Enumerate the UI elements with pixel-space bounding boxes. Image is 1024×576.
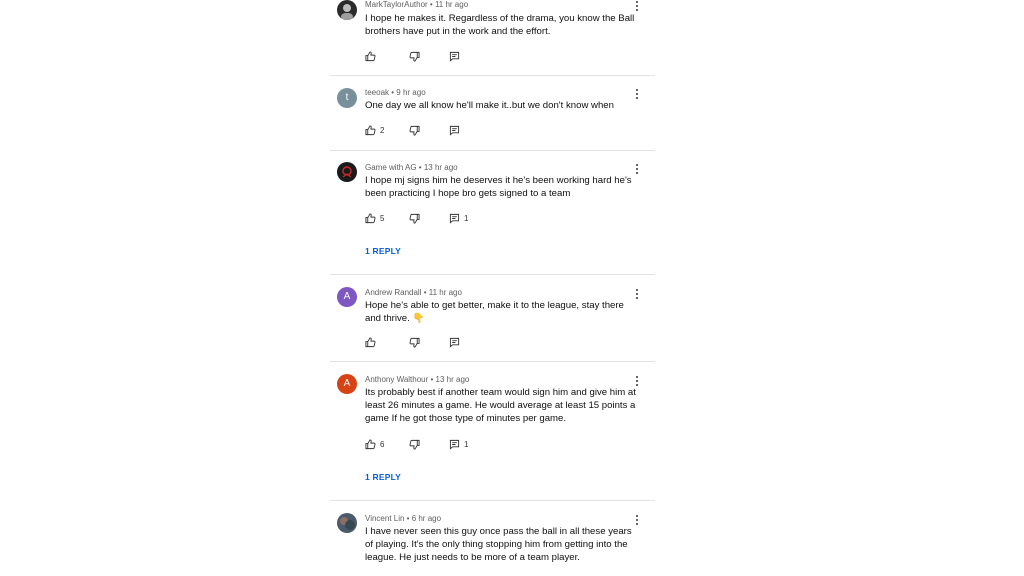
thumbs-down-icon xyxy=(409,51,420,62)
like-count: 5 xyxy=(380,214,385,223)
comment-item: A Andrew Randall • 11 hr ago Hope he's a… xyxy=(330,274,655,361)
comment-time: 11 hr ago xyxy=(434,0,469,9)
comment-text: I hope mj signs him he deserves it he's … xyxy=(365,175,632,199)
author-name[interactable]: Anthony Walthour xyxy=(365,375,428,384)
comment-icon xyxy=(449,439,460,450)
comment-item: A Anthony Walthour • 13 hr ago Its proba… xyxy=(330,361,655,500)
comment-time: 6 hr ago xyxy=(411,514,442,523)
view-replies-button[interactable]: 1 REPLY xyxy=(365,472,401,482)
comments-list: MarkTaylorAuthor • 11 hr ago I hope he m… xyxy=(330,0,655,576)
thumbs-up-icon xyxy=(365,213,376,224)
comment-item: t teeoak • 9 hr ago One day we all know … xyxy=(330,75,655,150)
comment-text: Hope he's able to get better, make it to… xyxy=(365,300,624,324)
like-count: 6 xyxy=(380,440,385,449)
avatar[interactable] xyxy=(337,0,357,20)
thumbs-down-icon xyxy=(409,439,420,450)
author-name[interactable]: MarkTaylorAuthor xyxy=(365,0,428,9)
thumbs-down-icon xyxy=(409,337,420,348)
comment-icon xyxy=(449,51,460,62)
comment-meta: Vincent Lin • 6 hr ago xyxy=(365,514,442,523)
author-name[interactable]: Vincent Lin xyxy=(365,514,404,523)
comment-text: One day we all know he'll make it..but w… xyxy=(365,100,614,111)
comment-item: Vincent Lin • 6 hr ago I have never seen… xyxy=(330,500,655,576)
thumbs-up-icon xyxy=(365,125,376,136)
thumbs-up-icon xyxy=(365,337,376,348)
avatar[interactable]: A xyxy=(337,374,357,394)
comment-item: Game with AG • 13 hr ago I hope mj signs… xyxy=(330,150,655,274)
view-replies-button[interactable]: 1 REPLY xyxy=(365,246,401,256)
comment-meta: MarkTaylorAuthor • 11 hr ago xyxy=(365,0,469,9)
thumbs-down-icon xyxy=(409,125,420,136)
author-name[interactable]: Game with AG xyxy=(365,163,417,172)
comment-text: I have never seen this guy once pass the… xyxy=(365,526,632,563)
comment-time: 13 hr ago xyxy=(423,163,458,172)
reply-count: 1 xyxy=(464,440,469,449)
thumbs-up-icon xyxy=(365,439,376,450)
comment-meta: Anthony Walthour • 13 hr ago xyxy=(365,375,470,384)
like-count: 2 xyxy=(380,126,385,135)
comment-meta: Game with AG • 13 hr ago xyxy=(365,163,458,172)
comment-meta: teeoak • 9 hr ago xyxy=(365,88,426,97)
avatar[interactable] xyxy=(337,162,357,182)
comment-meta: Andrew Randall • 11 hr ago xyxy=(365,288,462,297)
comment-time: 9 hr ago xyxy=(396,88,426,97)
author-name[interactable]: teeoak xyxy=(365,88,389,97)
comment-icon xyxy=(449,337,460,348)
thumbs-up-icon xyxy=(365,51,376,62)
avatar[interactable]: t xyxy=(337,88,357,108)
comment-text: I hope he makes it. Regardless of the dr… xyxy=(365,13,635,37)
comment-item: MarkTaylorAuthor • 11 hr ago I hope he m… xyxy=(330,0,655,75)
comment-icon xyxy=(449,125,460,136)
thumbs-down-icon xyxy=(409,213,420,224)
reply-count: 1 xyxy=(464,214,469,223)
comment-text: Its probably best if another team would … xyxy=(365,387,636,424)
comment-time: 11 hr ago xyxy=(428,288,462,297)
author-name[interactable]: Andrew Randall xyxy=(365,288,421,297)
comment-icon xyxy=(449,213,460,224)
comment-time: 13 hr ago xyxy=(435,375,470,384)
avatar[interactable] xyxy=(337,513,357,533)
avatar[interactable]: A xyxy=(337,287,357,307)
